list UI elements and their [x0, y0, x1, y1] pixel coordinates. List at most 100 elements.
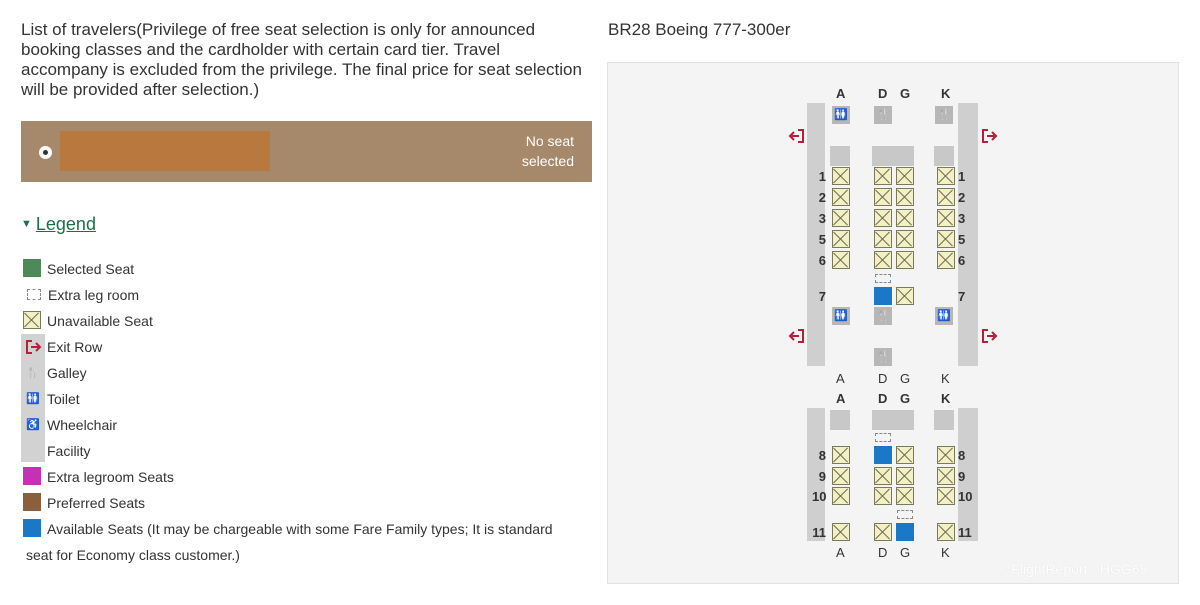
- legend-available-label: Available Seats (It may be chargeable wi…: [47, 521, 553, 537]
- legend-extra-legroom-label: Extra legroom Seats: [47, 469, 174, 485]
- row-number-left: 5: [818, 232, 826, 247]
- seat-3d: [874, 209, 892, 227]
- seat-6g: [896, 251, 914, 269]
- column-footer-bottom-a: A: [836, 545, 845, 560]
- legend-preferred-label: Preferred Seats: [47, 495, 146, 511]
- column-footer-top-d: D: [878, 371, 888, 386]
- exit-icon: [982, 329, 998, 343]
- seat-9d: [874, 467, 892, 485]
- seat-10d: [874, 487, 892, 505]
- seat-9k: [937, 467, 955, 485]
- exit-icon: [982, 129, 998, 143]
- legend-toggle[interactable]: ▼ Legend: [21, 214, 96, 235]
- seat-2k: [937, 188, 955, 206]
- row-number-right: 6: [958, 253, 966, 268]
- seat-1d: [874, 167, 892, 185]
- seat-7g: [896, 287, 914, 305]
- exit-icon: [788, 329, 804, 343]
- legend-wheelchair-label-2: Facility: [47, 443, 91, 459]
- extra-leg-room-marker: [875, 274, 891, 283]
- seat-3a: [832, 209, 850, 227]
- galley-icon: 🍴: [874, 307, 892, 325]
- bulkhead-a: [830, 146, 850, 166]
- seat-6k: [937, 251, 955, 269]
- extra-leg-room-icon: [27, 289, 41, 300]
- row-number-right: 7: [958, 289, 966, 304]
- legend-selected-label: Selected Seat: [47, 261, 135, 277]
- traveler-radio[interactable]: [39, 146, 52, 159]
- seat-8k: [937, 446, 955, 464]
- preferred-seat-swatch: [23, 493, 41, 511]
- legend-available-label-2: seat for Economy class customer.): [26, 547, 240, 563]
- seat-6d: [874, 251, 892, 269]
- exit-icon: [788, 129, 804, 143]
- column-header-top-d: D: [878, 86, 888, 101]
- column-footer-bottom-k: K: [941, 545, 950, 560]
- seat-8d[interactable]: [874, 446, 892, 464]
- row-number-left: 1: [818, 169, 826, 184]
- watermark: © FlightReport · HGG65: [997, 561, 1148, 577]
- row-number-right: 1: [958, 169, 966, 184]
- unavailable-seat-swatch: [23, 311, 41, 329]
- seat-5g: [896, 230, 914, 248]
- seat-status-line2: selected: [521, 153, 574, 169]
- row-number-right: 10: [958, 489, 973, 504]
- row-number-left: 9: [818, 469, 826, 484]
- row-number-left: 2: [818, 190, 826, 205]
- wheelchair-icon: ♿: [26, 419, 40, 431]
- column-footer-top-k: K: [941, 371, 950, 386]
- exit-icon: [26, 340, 42, 354]
- bulkhead-k: [934, 410, 954, 430]
- legend-exit-label: Exit Row: [47, 339, 103, 355]
- aircraft-title: BR28 Boeing 777-300er: [608, 20, 791, 39]
- seat-11a: [832, 523, 850, 541]
- bulkhead-dg: [872, 146, 914, 166]
- extra-leg-room-marker: [897, 510, 913, 519]
- seat-10a: [832, 487, 850, 505]
- row-number-left: 11: [812, 525, 826, 540]
- caret-down-icon: ▼: [21, 218, 32, 230]
- seat-1a: [832, 167, 850, 185]
- column-header-bottom-a: A: [836, 391, 846, 406]
- galley-icon: 🍴: [874, 106, 892, 124]
- galley-icon: 🍴: [935, 106, 953, 124]
- column-footer-top-g: G: [900, 371, 911, 386]
- column-header-bottom-d: D: [878, 391, 888, 406]
- available-seat-swatch: [23, 519, 41, 537]
- seat-2d: [874, 188, 892, 206]
- legend-wheelchair-label: Wheelchair: [47, 417, 118, 433]
- travelers-title: List of travelers(Privilege of free seat…: [21, 20, 582, 99]
- legend-toilet-label: Toilet: [47, 391, 80, 407]
- seat-3k: [937, 209, 955, 227]
- seat-7d[interactable]: [874, 287, 892, 305]
- column-footer-bottom-d: D: [878, 545, 888, 560]
- column-header-bottom-g: G: [900, 391, 911, 406]
- seat-8a: [832, 446, 850, 464]
- seat-3g: [896, 209, 914, 227]
- bulkhead-k: [934, 146, 954, 166]
- column-footer-top-a: A: [836, 371, 845, 386]
- row-number-right: 3: [958, 211, 966, 226]
- row-number-right: 9: [958, 469, 966, 484]
- selected-seat-swatch: [23, 259, 41, 277]
- seat-10k: [937, 487, 955, 505]
- row-number-right: 11: [958, 525, 972, 540]
- column-header-top-k: K: [941, 86, 951, 101]
- seat-5k: [937, 230, 955, 248]
- seat-2g: [896, 188, 914, 206]
- row-number-right: 2: [958, 190, 966, 205]
- toilet-icon: 🚻: [26, 393, 40, 405]
- seat-11g[interactable]: [896, 523, 914, 541]
- extra-legroom-swatch: [23, 467, 41, 485]
- row-number-right: 5: [958, 232, 966, 247]
- seat-5d: [874, 230, 892, 248]
- seat-11d: [874, 523, 892, 541]
- legend-unavailable-label: Unavailable Seat: [47, 313, 153, 329]
- toilet-icon: 🚻: [832, 307, 850, 325]
- column-header-bottom-k: K: [941, 391, 951, 406]
- bulkhead-a: [830, 410, 850, 430]
- row-number-left: 3: [818, 211, 826, 226]
- seat-9a: [832, 467, 850, 485]
- extra-leg-room-marker: [875, 433, 891, 442]
- row-number-right: 8: [958, 448, 966, 463]
